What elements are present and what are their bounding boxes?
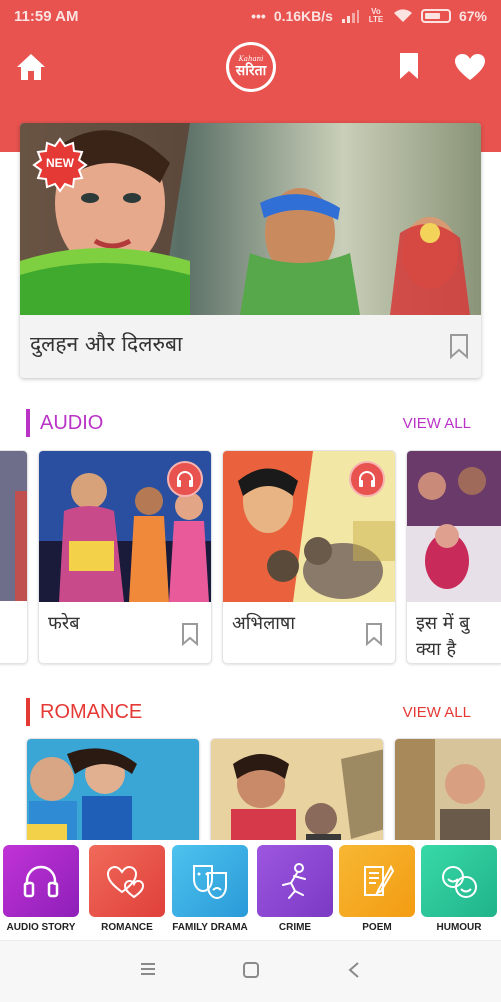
category-humour[interactable]: HUMOUR <box>421 845 497 933</box>
category-crime[interactable]: CRIME <box>257 845 333 933</box>
headphones-badge-icon[interactable] <box>349 461 385 497</box>
bookmark-icon[interactable] <box>399 52 419 84</box>
menu-icon[interactable] <box>139 961 157 981</box>
category-label: POEM <box>362 922 392 933</box>
scroll-quill-icon <box>364 864 395 896</box>
network-speed: 0.16KB/s <box>273 8 333 24</box>
romance-card[interactable] <box>210 738 384 848</box>
new-badge-label: NEW <box>46 156 74 170</box>
category-tile[interactable] <box>339 845 415 917</box>
audio-card-image <box>407 451 501 602</box>
romance-section-accent <box>26 698 30 726</box>
audio-card-partial[interactable] <box>0 450 28 664</box>
audio-card-title: अभिलाषा <box>232 613 295 634</box>
audio-card[interactable]: अभिलाषा <box>222 450 396 664</box>
category-poem[interactable]: POEM <box>339 845 415 933</box>
theater-masks-icon <box>193 865 227 900</box>
signal-icon <box>341 10 359 23</box>
category-label: AUDIO STORY <box>6 922 76 933</box>
bookmark-outline-icon[interactable] <box>365 622 383 650</box>
volte-label: Vo LTE <box>368 7 384 24</box>
category-audio-story[interactable]: AUDIO STORY <box>3 845 79 933</box>
hearts-icon <box>106 865 145 899</box>
category-romance[interactable]: ROMANCE <box>89 845 165 933</box>
category-label: HUMOUR <box>436 922 482 933</box>
category-family-drama[interactable]: FAMILY DRAMA <box>172 845 248 933</box>
back-icon[interactable] <box>346 961 362 983</box>
home-icon[interactable] <box>15 52 47 86</box>
notification-dots: ••• <box>251 8 266 24</box>
crime-figure-icon <box>282 863 306 899</box>
status-time: 11:59 AM <box>14 7 79 25</box>
romance-card[interactable] <box>26 738 200 848</box>
headphones-badge-icon[interactable] <box>167 461 203 497</box>
audio-card-title-line2: क्या है <box>416 639 457 660</box>
category-tile[interactable] <box>421 845 497 917</box>
new-badge: NEW <box>32 137 88 197</box>
featured-story-card[interactable]: NEW दुलहन और दिलरुबा <box>20 123 481 378</box>
app-logo[interactable]: Kahani सरिता <box>226 42 276 92</box>
featured-story-image[interactable] <box>20 123 481 315</box>
bookmark-outline-icon[interactable] <box>449 333 469 363</box>
audio-section-header: AUDIO VIEW ALL <box>26 409 471 437</box>
wifi-icon <box>393 9 412 22</box>
audio-card-title: फरेब <box>48 613 80 634</box>
audio-card-partial[interactable]: इस में बु क्या है <box>406 450 501 664</box>
audio-section-accent <box>26 409 30 437</box>
audio-card[interactable]: फरेब <box>38 450 212 664</box>
status-right: ••• 0.16KB/s Vo LTE 67% <box>251 7 487 25</box>
romance-section-title: ROMANCE <box>40 700 143 723</box>
audio-section-title: AUDIO <box>40 411 104 434</box>
romance-card-image <box>27 739 199 847</box>
category-label: FAMILY DRAMA <box>172 922 248 933</box>
category-label: CRIME <box>278 922 312 933</box>
romance-section-header: ROMANCE VIEW ALL <box>26 698 471 726</box>
romance-card-partial[interactable] <box>394 738 501 848</box>
battery-icon <box>420 9 451 23</box>
category-tile[interactable] <box>89 845 165 917</box>
system-nav-bar <box>0 940 501 1002</box>
romance-view-all-link[interactable]: VIEW ALL <box>403 704 471 721</box>
status-bar: 11:59 AM ••• 0.16KB/s Vo LTE 67% <box>0 0 501 32</box>
audio-card-partial-image <box>0 451 27 601</box>
bookmark-outline-icon[interactable] <box>181 622 199 650</box>
home-square-icon[interactable] <box>242 961 260 983</box>
headphones-icon <box>23 865 59 898</box>
category-tile[interactable] <box>172 845 248 917</box>
category-tab-bar: AUDIO STORY ROMANCE FAMILY DRAMA CRIME P… <box>0 840 501 940</box>
audio-view-all-link[interactable]: VIEW ALL <box>403 415 471 432</box>
battery-percent: 67% <box>458 8 487 24</box>
laughing-faces-icon <box>442 866 477 898</box>
category-label: ROMANCE <box>101 922 153 933</box>
romance-card-image <box>211 739 383 847</box>
romance-card-image <box>395 739 501 847</box>
audio-card-title: इस में बु <box>416 613 470 634</box>
logo-line2: सरिता <box>235 63 267 79</box>
featured-story-title[interactable]: दुलहन और दिलरुबा <box>30 330 182 358</box>
logo-line1: Kahani <box>238 55 264 63</box>
category-tile[interactable] <box>257 845 333 917</box>
category-tile[interactable] <box>3 845 79 917</box>
heart-icon[interactable] <box>454 53 486 85</box>
